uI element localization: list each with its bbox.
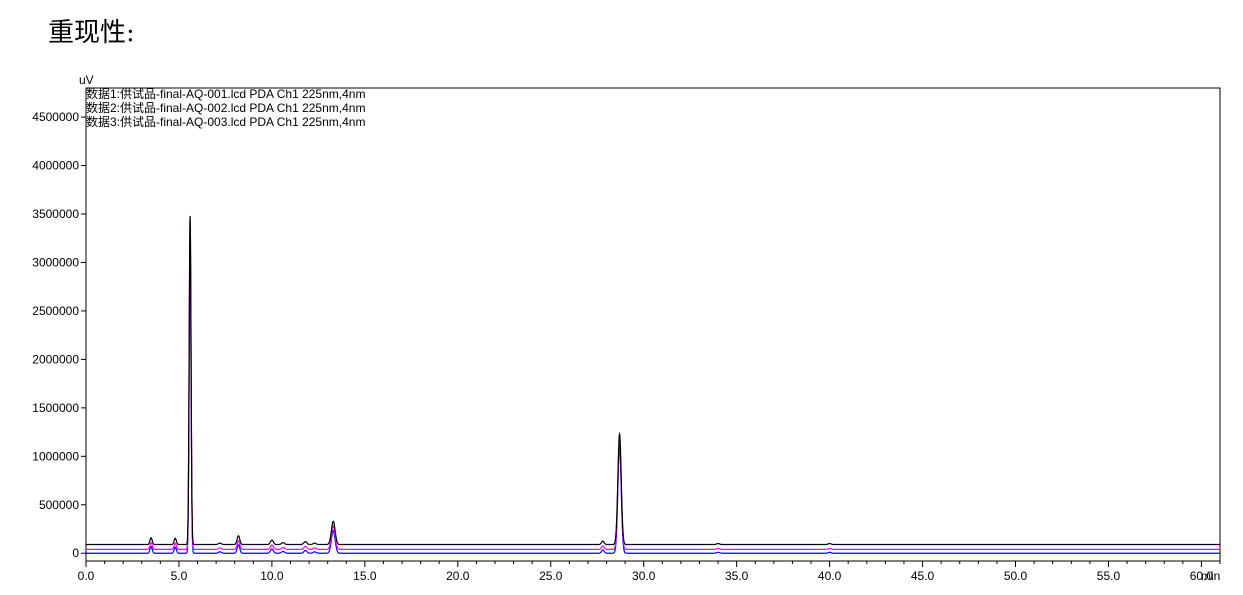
- y-axis-unit-label: uV: [79, 73, 94, 87]
- x-axis: 0.0 5.0 10.0 15.0 20.0 25.0 30.0 35.0 40.0 45.0 50…: [78, 561, 1221, 583]
- x-tick-label: 50.0: [1004, 569, 1028, 583]
- y-tick-label: 2000000: [32, 352, 79, 366]
- x-tick-label: 45.0: [911, 569, 935, 583]
- y-tick-label: 500000: [39, 498, 79, 512]
- series-line: [86, 234, 1220, 554]
- x-tick-label: 40.0: [818, 569, 842, 583]
- traces: [86, 215, 1220, 554]
- x-tick-label: 10.0: [260, 569, 284, 583]
- x-tick-label: 35.0: [725, 569, 749, 583]
- x-tick-label: 55.0: [1097, 569, 1121, 583]
- y-axis: 0 500000 1000000 1500000 2000000 2500000 30000…: [32, 110, 86, 560]
- y-tick-label: 2500000: [32, 304, 79, 318]
- x-tick-label: 20.0: [446, 569, 470, 583]
- legend-entry: 数据1:供试品-final-AQ-001.lcd PDA Ch1 225nm,4…: [86, 86, 365, 101]
- y-tick-label: 1000000: [32, 449, 79, 463]
- y-tick-label: 0: [72, 546, 79, 560]
- x-tick-label: 30.0: [632, 569, 656, 583]
- chromatogram-chart: 0 500000 1000000 1500000 2000000 2500000 30000…: [32, 73, 1221, 583]
- x-tick-label: 25.0: [539, 569, 563, 583]
- x-axis-unit-label: min: [1201, 569, 1220, 583]
- y-tick-label: 3000000: [32, 255, 79, 269]
- x-tick-label: 0.0: [78, 569, 95, 583]
- series-line: [86, 220, 1220, 550]
- x-tick-label: 15.0: [353, 569, 377, 583]
- legend-entry: 数据3:供试品-final-AQ-003.lcd PDA Ch1 225nm,4…: [86, 114, 365, 129]
- y-tick-label: 3500000: [32, 207, 79, 221]
- y-tick-label: 1500000: [32, 401, 79, 415]
- y-tick-label: 4000000: [32, 159, 79, 173]
- legend: 数据1:供试品-final-AQ-001.lcd PDA Ch1 225nm,4…: [86, 86, 365, 129]
- x-tick-label: 5.0: [171, 569, 188, 583]
- y-tick-label: 4500000: [32, 110, 79, 124]
- legend-entry: 数据2:供试品-final-AQ-002.lcd PDA Ch1 225nm,4…: [86, 100, 365, 115]
- series-line: [86, 215, 1220, 546]
- plot-frame: [85, 87, 1221, 562]
